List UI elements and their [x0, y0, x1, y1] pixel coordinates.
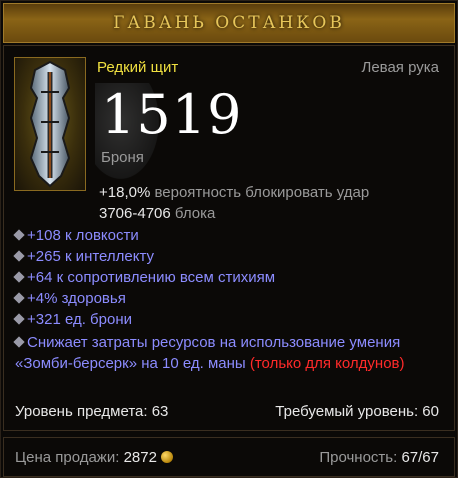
affix-bullet-icon — [13, 271, 25, 283]
durability-label: Прочность: — [319, 449, 398, 466]
armor-label: Броня — [101, 149, 144, 166]
gold-coin-icon — [160, 451, 173, 463]
class-restriction: (только для колдунов) — [249, 355, 405, 372]
item-image-frame — [14, 57, 86, 191]
item-tooltip: ГАВАНЬ ОСТАНКОВ Редкий щит Левая рука 15… — [0, 0, 458, 478]
required-level: Требуемый уровень: 60 — [275, 403, 439, 420]
item-slot: Левая рука — [361, 59, 439, 76]
durability: Прочность: 67/67 — [319, 449, 439, 466]
special-affix: Снижает затраты ресурсов на использовани… — [13, 332, 445, 374]
affix-line: +108 к ловкости — [13, 227, 139, 244]
item-level: Уровень предмета: 63 — [15, 403, 169, 420]
affix-line: +265 к интеллекту — [13, 248, 154, 265]
affix-bullet-icon — [13, 229, 25, 241]
affix-line: +64 к сопротивлению всем стихиям — [13, 269, 275, 286]
block-chance-line: +18,0% вероятность блокировать удар — [99, 184, 369, 201]
block-chance-value: +18,0% — [99, 184, 151, 201]
durability-value: 67/67 — [401, 449, 439, 466]
item-title-bar: ГАВАНЬ ОСТАНКОВ — [3, 3, 455, 43]
sell-price: Цена продажи: 2872 — [15, 449, 173, 466]
item-name: ГАВАНЬ ОСТАНКОВ — [113, 13, 345, 33]
block-amount-line: 3706-4706 блока — [99, 205, 215, 222]
block-amount-text: блока — [174, 205, 216, 222]
affix-line: +321 ед. брони — [13, 311, 132, 328]
shield-icon — [29, 60, 71, 188]
armor-value: 1519 — [101, 83, 243, 146]
affix-bullet-icon — [13, 292, 25, 304]
sell-price-label: Цена продажи: — [15, 449, 120, 466]
affix-bullet-icon — [13, 313, 25, 325]
sell-price-value: 2872 — [123, 449, 157, 466]
affix-line: +4% здоровья — [13, 290, 126, 307]
block-chance-text: вероятность блокировать удар — [154, 184, 370, 201]
affix-bullet-icon — [13, 250, 25, 262]
item-rarity-type: Редкий щит — [97, 59, 179, 76]
block-amount-value: 3706-4706 — [99, 205, 171, 222]
affix-bullet-icon — [13, 336, 25, 348]
